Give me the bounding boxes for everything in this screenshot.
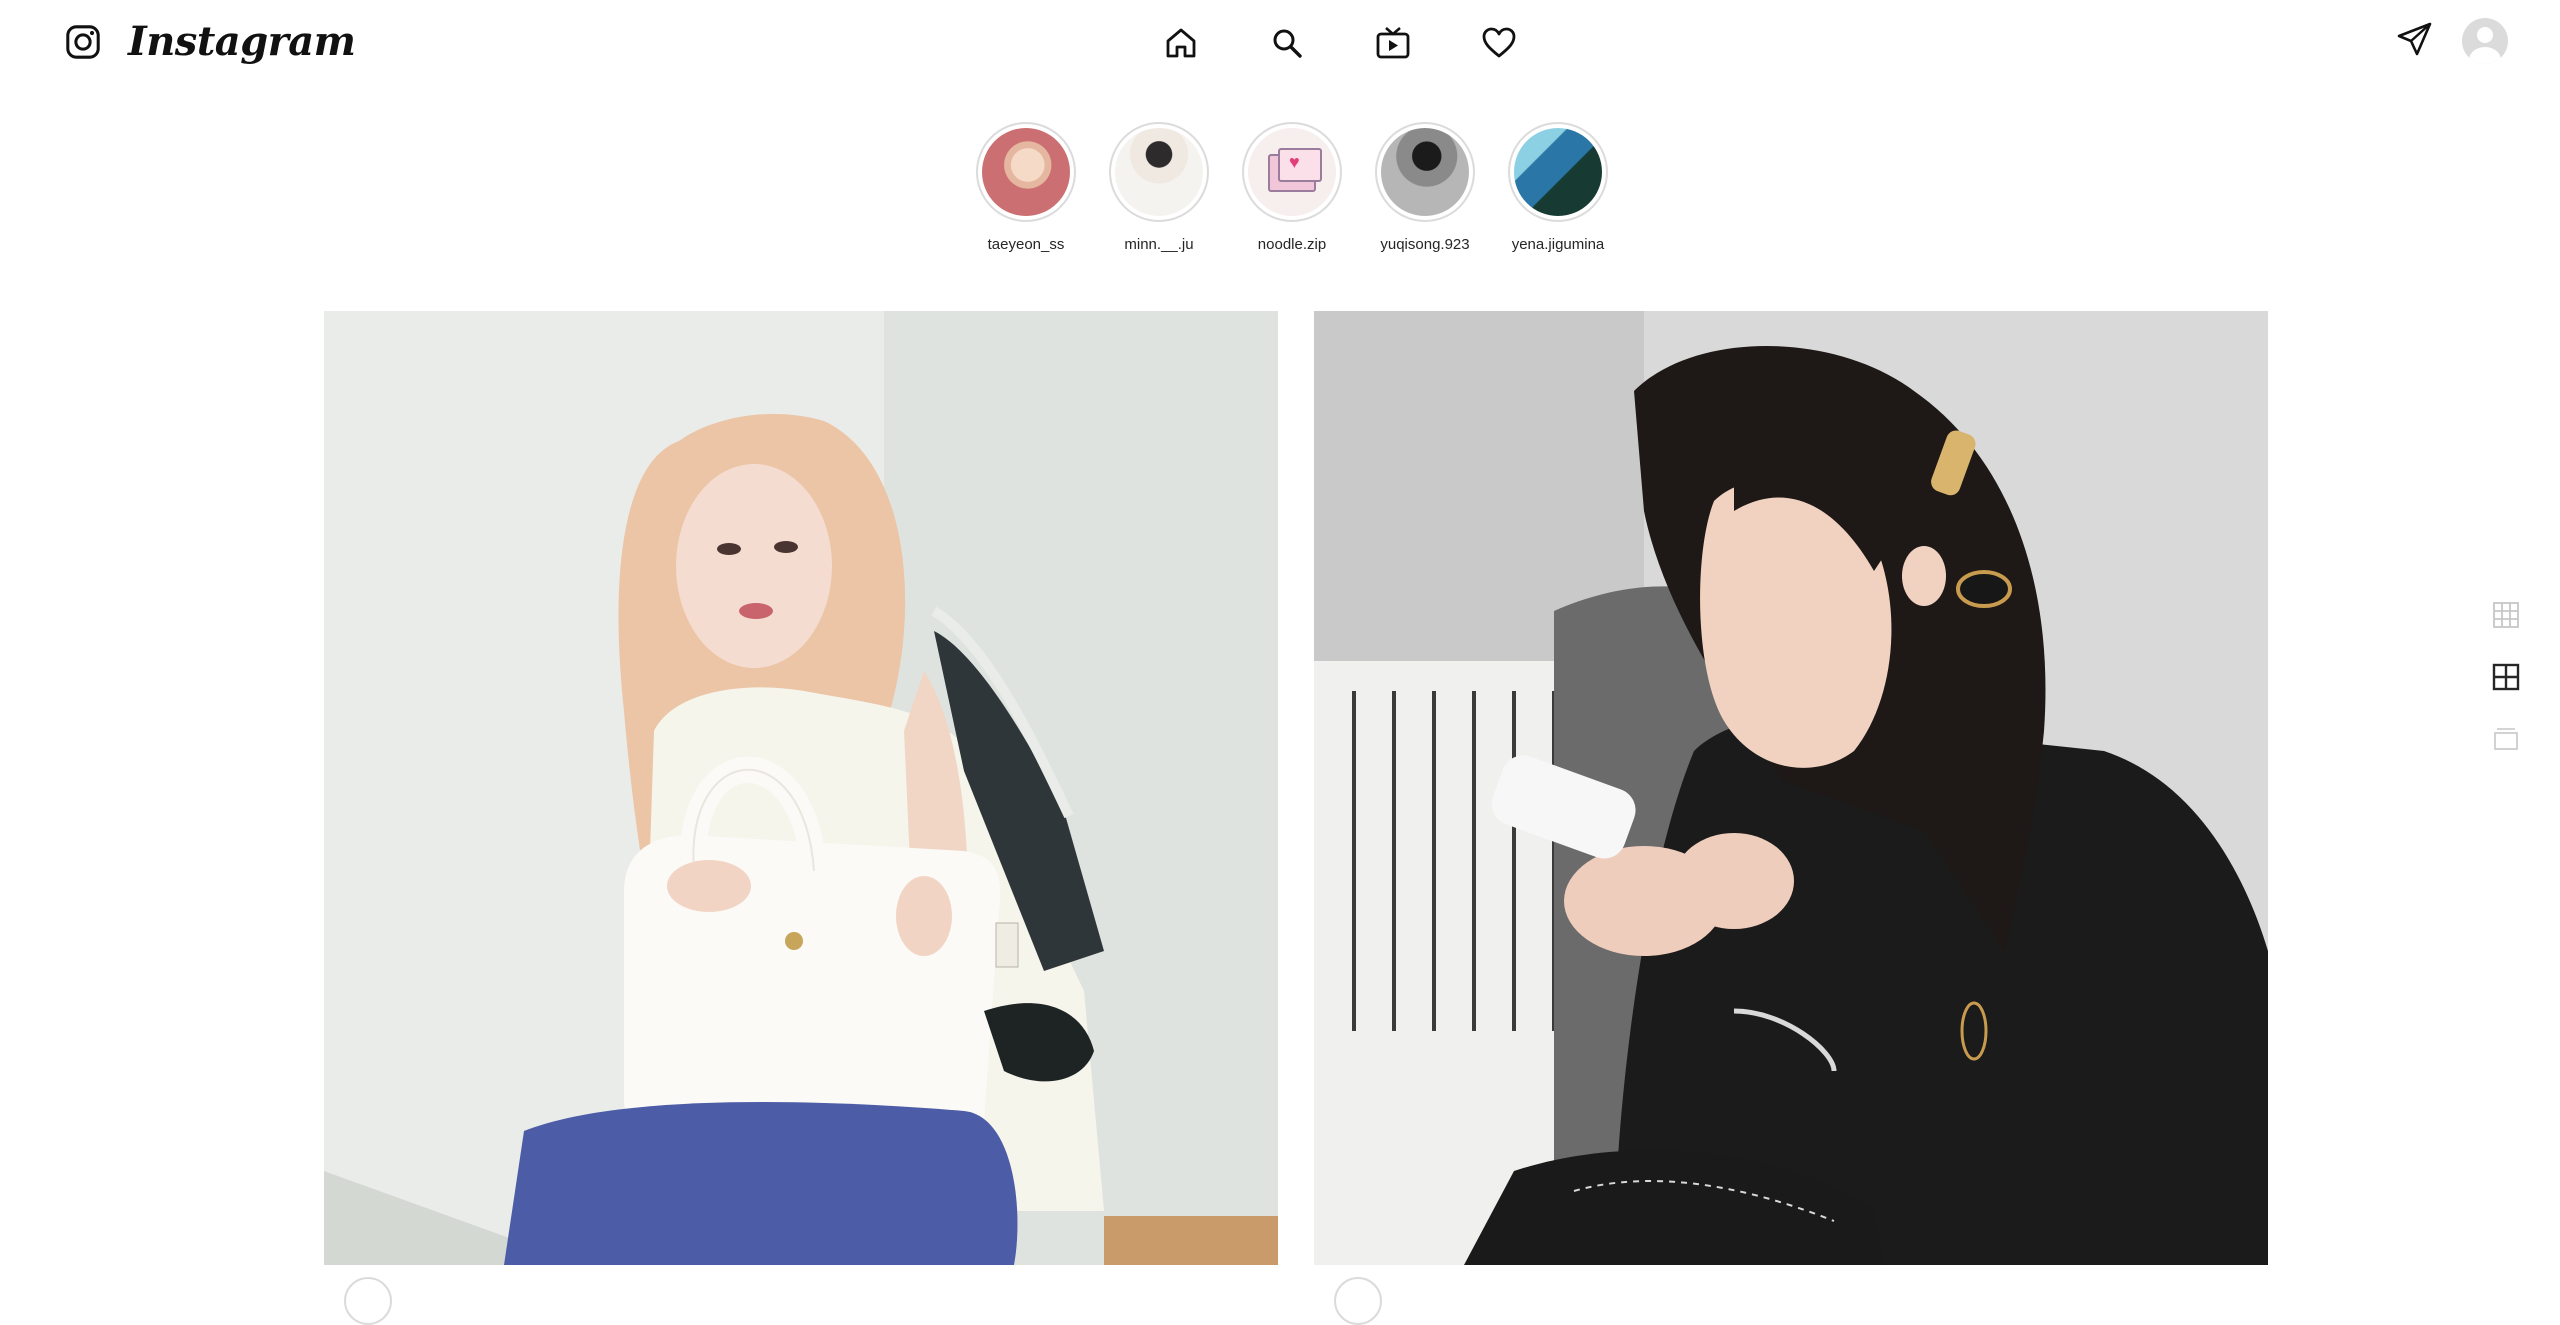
main-nav [1160,22,1520,64]
instagram-glyph-icon[interactable] [64,23,102,61]
post-photo [1314,311,2268,1265]
grid-3x3-icon [2493,602,2519,628]
default-avatar-icon [2477,27,2493,43]
layout-single-column-button[interactable] [2490,724,2522,754]
post-author-avatar[interactable] [1334,1277,1382,1325]
layout-grid-3x3-button[interactable] [2490,600,2522,630]
story-item[interactable]: ♥ noodle.zip [1241,122,1343,253]
feed-post-image[interactable] [1314,311,2268,1265]
search-icon [1273,29,1302,58]
brand[interactable]: Instagram [64,18,356,65]
home-icon [1166,28,1196,58]
story-username: yuqisong.923 [1380,236,1470,253]
paper-plane-icon [2397,22,2432,55]
story-item[interactable]: yena.jigumina [1507,122,1609,253]
profile-avatar-button[interactable] [2462,18,2508,64]
story-username: noodle.zip [1257,236,1327,253]
story-ring [1375,122,1475,222]
stories-tray: taeyeon_ss minn.__.ju ♥ noodle.zip yuqis… [975,122,1609,253]
grid-2x2-icon [2492,663,2520,691]
story-ring [1508,122,1608,222]
top-navigation-bar: Instagram [0,0,2560,84]
heart-sticker-icon: ♥ [1289,152,1300,172]
single-column-icon [2494,728,2518,750]
story-item[interactable]: taeyeon_ss [975,122,1077,253]
igtv-icon [1376,27,1410,59]
story-username: yena.jigumina [1511,236,1605,253]
story-avatar [1381,128,1469,216]
story-ring [1109,122,1209,222]
nav-activity-button[interactable] [1478,22,1520,64]
heart-icon [1482,27,1516,58]
feed-layout-switcher [2490,600,2522,754]
story-item[interactable]: yuqisong.923 [1374,122,1476,253]
story-avatar [1514,128,1602,216]
post-photo [324,311,1278,1265]
story-username: taeyeon_ss [987,236,1065,253]
header-right-tools [2396,18,2508,64]
feed-post-image[interactable] [324,311,1278,1265]
story-username: minn.__.ju [1124,236,1194,253]
instagram-wordmark[interactable]: Instagram [128,18,356,65]
story-ring [976,122,1076,222]
layout-grid-2x2-button[interactable] [2490,662,2522,692]
story-avatar [1115,128,1203,216]
nav-search-button[interactable] [1266,22,1308,64]
story-avatar [982,128,1070,216]
post-author-avatar[interactable] [344,1277,392,1325]
nav-igtv-button[interactable] [1372,22,1414,64]
story-avatar: ♥ [1248,128,1336,216]
story-ring: ♥ [1242,122,1342,222]
story-item[interactable]: minn.__.ju [1108,122,1210,253]
direct-messages-button[interactable] [2396,20,2434,63]
nav-home-button[interactable] [1160,22,1202,64]
